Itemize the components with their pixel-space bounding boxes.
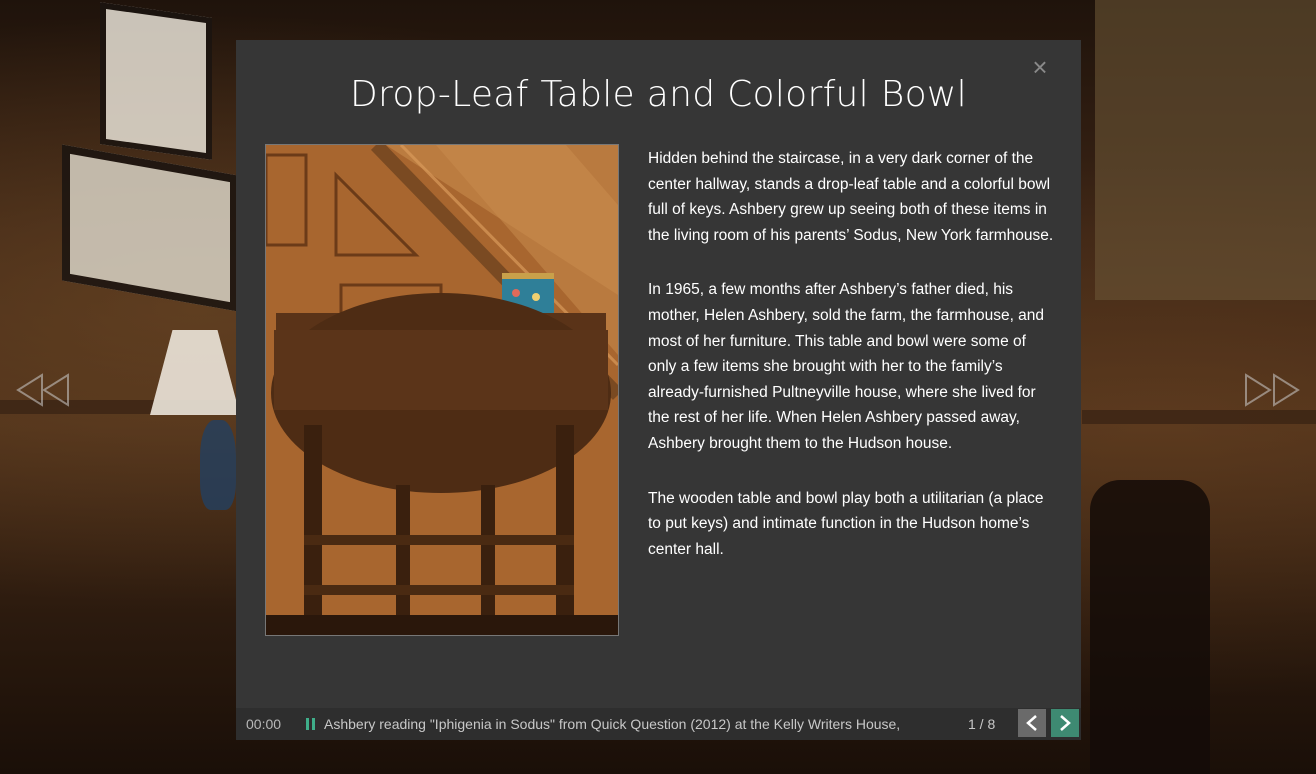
background-vase (200, 420, 236, 510)
background-chair (1090, 480, 1210, 774)
description-paragraph: In 1965, a few months after Ashbery’s fa… (648, 281, 1045, 452)
table-photo-illustration (266, 145, 618, 635)
next-slide-button[interactable] (1051, 709, 1079, 737)
background-framed-print (62, 144, 238, 312)
background-chair-rail (1082, 410, 1316, 424)
chevron-left-icon (1026, 715, 1037, 731)
pause-icon[interactable] (306, 718, 316, 730)
modal-title: Drop-Leaf Table and Colorful Bowl (350, 74, 967, 115)
slide-counter: 1 / 8 (968, 716, 996, 732)
background-scroll-painting (1095, 0, 1316, 300)
scene-prev-button[interactable] (14, 372, 72, 408)
modal-description: Hidden behind the staircase, in a very d… (648, 146, 1058, 591)
audio-player-bar: 00:00 Ashbery reading "Iphigenia in Sodu… (236, 708, 1081, 740)
info-modal: × Drop-Leaf Table and Colorful Bowl Hidd… (236, 40, 1081, 708)
scene-next-button[interactable] (1244, 372, 1304, 408)
prev-slide-button[interactable] (1018, 709, 1046, 737)
background-lamp (150, 330, 240, 415)
description-paragraph: Hidden behind the staircase, in a very d… (648, 150, 1054, 244)
audio-track-title: Ashbery reading "Iphigenia in Sodus" fro… (324, 716, 901, 732)
double-chevron-left-icon (16, 373, 69, 407)
chevron-right-icon (1060, 715, 1071, 731)
description-paragraph: The wooden table and bowl play both a ut… (648, 489, 1044, 558)
audio-time: 00:00 (246, 716, 282, 732)
double-chevron-right-icon (1245, 373, 1300, 407)
background-framed-print (100, 2, 212, 160)
photo-drop-leaf-table (265, 144, 619, 636)
